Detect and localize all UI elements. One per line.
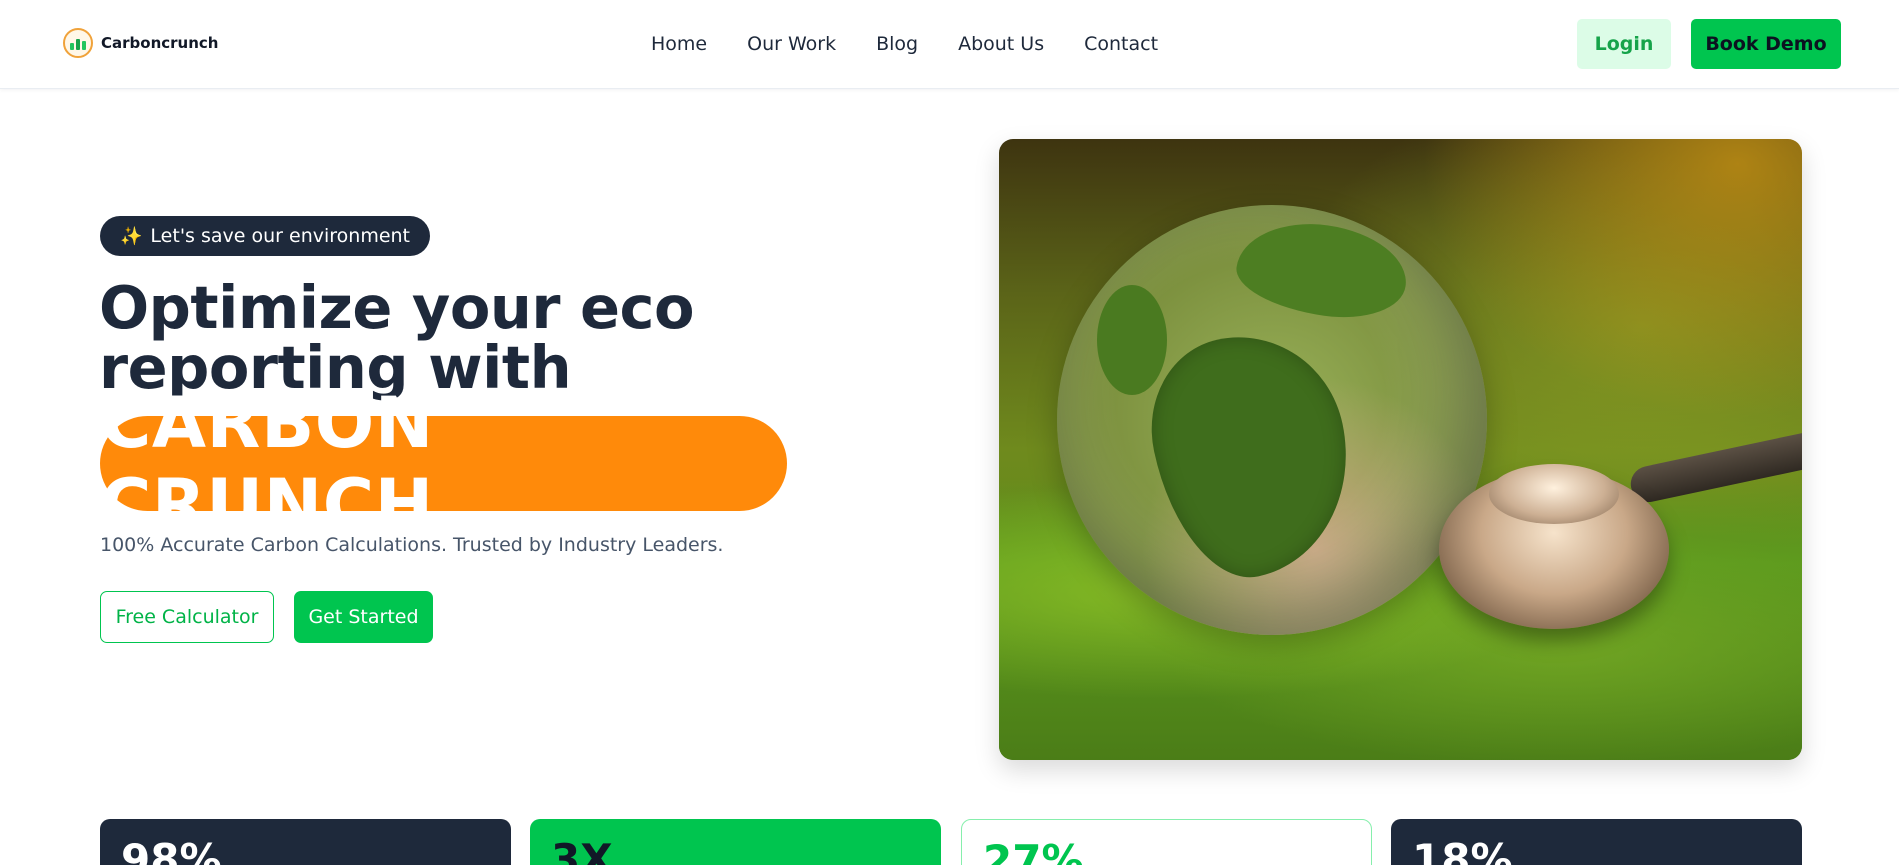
get-started-button[interactable]: Get Started: [294, 591, 433, 643]
stat-card: 27%: [961, 819, 1372, 865]
book-demo-button[interactable]: Book Demo: [1691, 19, 1841, 69]
nav-link-home[interactable]: Home: [651, 31, 707, 57]
stat-value: 98%: [121, 835, 222, 865]
globe-continent: [1097, 285, 1167, 395]
sparkle-icon: ✨: [120, 225, 143, 247]
brand-name: Carboncrunch: [101, 34, 219, 52]
hero-image: [999, 139, 1802, 760]
carboncrunch-logo-icon: [63, 28, 93, 58]
stat-value: 27%: [983, 836, 1084, 865]
stat-value: 3X: [551, 835, 613, 865]
nav-link-about-us[interactable]: About Us: [958, 31, 1044, 57]
globe-continent: [1134, 317, 1370, 593]
stethoscope-diaphragm: [1489, 464, 1619, 524]
stat-value: 18%: [1412, 835, 1513, 865]
badge-text: Let's save our environment: [150, 225, 411, 247]
globe-continent: [1231, 213, 1413, 327]
brand-highlight-pill: CARBON CRUNCH: [100, 382, 787, 546]
stat-card: 3X: [530, 819, 941, 865]
nav-link-contact[interactable]: Contact: [1084, 31, 1158, 57]
main-nav: Home Our Work Blog About Us Contact: [651, 31, 1158, 57]
stat-card: 98%: [100, 819, 511, 865]
brand-logo-link[interactable]: Carboncrunch: [63, 28, 218, 58]
nav-link-blog[interactable]: Blog: [876, 31, 918, 57]
login-button[interactable]: Login: [1577, 19, 1671, 69]
hero-headline: Optimize your eco reporting with: [99, 273, 695, 402]
site-header: Carboncrunch Home Our Work Blog About Us…: [0, 0, 1899, 89]
hero-subtext: 100% Accurate Carbon Calculations. Trust…: [100, 534, 724, 556]
nav-link-our-work[interactable]: Our Work: [747, 31, 836, 57]
free-calculator-button[interactable]: Free Calculator: [100, 591, 274, 643]
stat-card: 18%: [1391, 819, 1802, 865]
glass-globe: [1057, 205, 1487, 635]
environment-badge: ✨ Let's save our environment: [100, 216, 431, 256]
